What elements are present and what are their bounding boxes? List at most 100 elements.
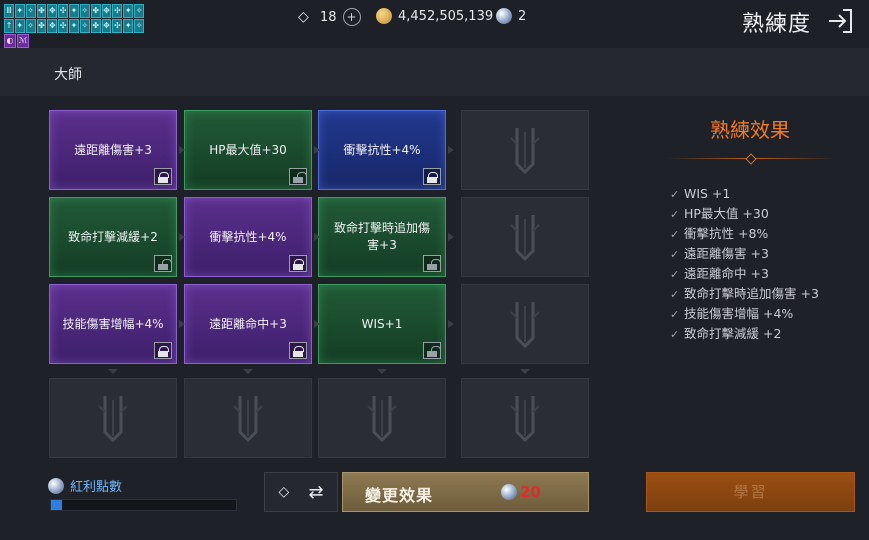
slot-emblem-icon [505,392,545,444]
effect-item: ✓ 遠距離命中 +3 [670,264,819,284]
mastery-card[interactable]: 致命打擊時追加傷害+3 [318,197,446,277]
tab-master[interactable]: 大師 [54,64,82,84]
mastery-slot-empty[interactable] [461,197,589,277]
learn-button[interactable]: 學習 [646,472,855,512]
mastery-card[interactable]: 遠距離命中+3 [184,284,312,364]
change-effect-button[interactable]: 變更效果 20 [342,472,589,512]
diamond-icon: ◇ [298,9,309,25]
bonus-progress-bar [50,499,237,511]
effect-item: ✓ 衝擊抗性 +8% [670,224,819,244]
buff-icon[interactable]: ✥ [101,19,112,33]
effect-item: ✓ WIS +1 [670,184,819,204]
diamond-icon: ◇ [278,484,290,500]
buff-icon[interactable]: ✧ [134,19,144,33]
mastery-card[interactable]: 衝擊抗性+4% [318,110,446,190]
lock-icon[interactable] [423,168,441,185]
mastery-card[interactable]: 技能傷害增幅+4% [49,284,177,364]
buff-row: Ⅲ ✦ ✧ ✤ ✥ ✣ ✦ ✧ ✤ ✥ ✣ ✦ ✧ [4,4,144,18]
effect-text: WIS +1 [684,186,731,201]
buff-icon[interactable]: ✦ [14,19,25,33]
mastery-card[interactable]: HP最大值+30 [184,110,312,190]
buff-icon[interactable]: ✤ [90,19,101,33]
mastery-slot-empty[interactable] [49,378,177,458]
mastery-card[interactable]: 衝擊抗性+4% [184,197,312,277]
mastery-slot-empty[interactable] [461,378,589,458]
buff-icon[interactable]: ✤ [90,4,101,18]
buff-icon[interactable]: ✦ [123,4,134,18]
buff-icon[interactable]: ✣ [112,19,123,33]
change-effect-cost: 20 [501,483,541,501]
diamond-count: 18 [320,9,337,25]
mastery-slot-empty[interactable] [184,378,312,458]
mastery-slot-empty[interactable] [318,378,446,458]
add-diamond-button[interactable]: + [342,8,361,26]
check-icon: ✓ [670,328,680,341]
unlock-icon[interactable] [423,255,441,272]
unlock-icon[interactable] [289,168,307,185]
effect-item: ✓ HP最大值 +30 [670,204,819,224]
slot-emblem-icon [228,392,268,444]
check-icon: ✓ [670,208,680,221]
effect-item: ✓ 致命打擊減緩 +2 [670,324,819,344]
slot-emblem-icon [505,211,545,263]
buff-row: ↑ ✦ ✧ ✤ ✥ ✣ ✦ ✧ ✤ ✥ ✣ ✦ ✧ [4,19,144,33]
buff-icon[interactable]: ✦ [69,4,79,18]
bonus-progress-fill [51,500,63,510]
buff-icon[interactable]: ✦ [123,19,134,33]
bonus-points: 紅利點數 [48,476,122,495]
buff-icon[interactable]: ✥ [47,4,58,18]
mastery-card[interactable]: 遠距離傷害+3 [49,110,177,190]
effect-text: 致命打擊時追加傷害 +3 [684,286,819,301]
mastery-card[interactable]: WIS+1 [318,284,446,364]
exit-button[interactable] [825,6,855,36]
connector-arrow [179,320,185,328]
buff-icon[interactable]: ✦ [14,4,25,18]
gold-coin-icon [376,8,392,24]
buff-icon[interactable]: ✧ [79,4,90,18]
buff-icon[interactable]: ✤ [36,4,47,18]
orb-currency: 2 [496,8,526,24]
effect-text: 致命打擊減緩 +2 [684,326,782,341]
buff-icon[interactable]: ✧ [25,4,36,18]
top-bar: Ⅲ ✦ ✧ ✤ ✥ ✣ ✦ ✧ ✤ ✥ ✣ ✦ ✧ ↑ ✦ ✧ ✤ ✥ ✣ ✦ ✧ ✤ ✥ ✣ ✦ ✧ ◐ ℳ ◇ 18 + 4,… [0,0,869,48]
mastery-slot-empty[interactable] [461,110,589,190]
check-icon: ✓ [670,228,680,241]
buff-icon[interactable]: ✣ [58,4,69,18]
lock-icon[interactable] [289,255,307,272]
mastery-card[interactable]: 致命打擊減緩+2 [49,197,177,277]
unlock-icon[interactable] [154,255,172,272]
buff-icon[interactable]: ✦ [69,19,79,33]
mastery-card-label: WIS+1 [361,316,403,331]
swap-currency-button[interactable]: ◇ ⇄ [264,472,338,512]
buff-icon[interactable]: ✣ [58,19,69,33]
connector-arrow [448,146,454,154]
slot-emblem-icon [505,124,545,176]
buff-icon[interactable]: ✥ [101,4,112,18]
connector-arrow [179,146,185,154]
buff-icon[interactable]: ↑ [4,19,14,33]
change-effect-label: 變更效果 [365,486,434,505]
unlock-icon[interactable] [423,342,441,359]
buff-icon[interactable]: ✧ [134,4,144,18]
buff-icon[interactable]: ✥ [47,19,58,33]
buff-icon[interactable]: ✧ [25,19,36,33]
buff-icon[interactable]: ◐ [4,34,16,48]
lock-icon[interactable] [289,342,307,359]
buff-icon[interactable]: Ⅲ [4,4,14,18]
buff-icon[interactable]: ✧ [79,19,90,33]
buff-icon[interactable]: ✣ [112,4,123,18]
mastery-card-label: HP最大值+30 [209,142,287,157]
mastery-card-label: 遠距離傷害+3 [74,142,152,157]
connector-arrow [179,233,185,241]
mastery-slot-empty[interactable] [461,284,589,364]
check-icon: ✓ [670,188,680,201]
effect-text: 技能傷害增幅 +4% [684,306,794,321]
connector-arrow [108,369,118,374]
slot-emblem-icon [505,298,545,350]
connector-arrow [520,369,530,374]
lock-icon[interactable] [154,168,172,185]
buff-icon[interactable]: ℳ [17,34,29,48]
connector-arrow [314,146,320,154]
buff-icon[interactable]: ✤ [36,19,47,33]
lock-icon[interactable] [154,342,172,359]
